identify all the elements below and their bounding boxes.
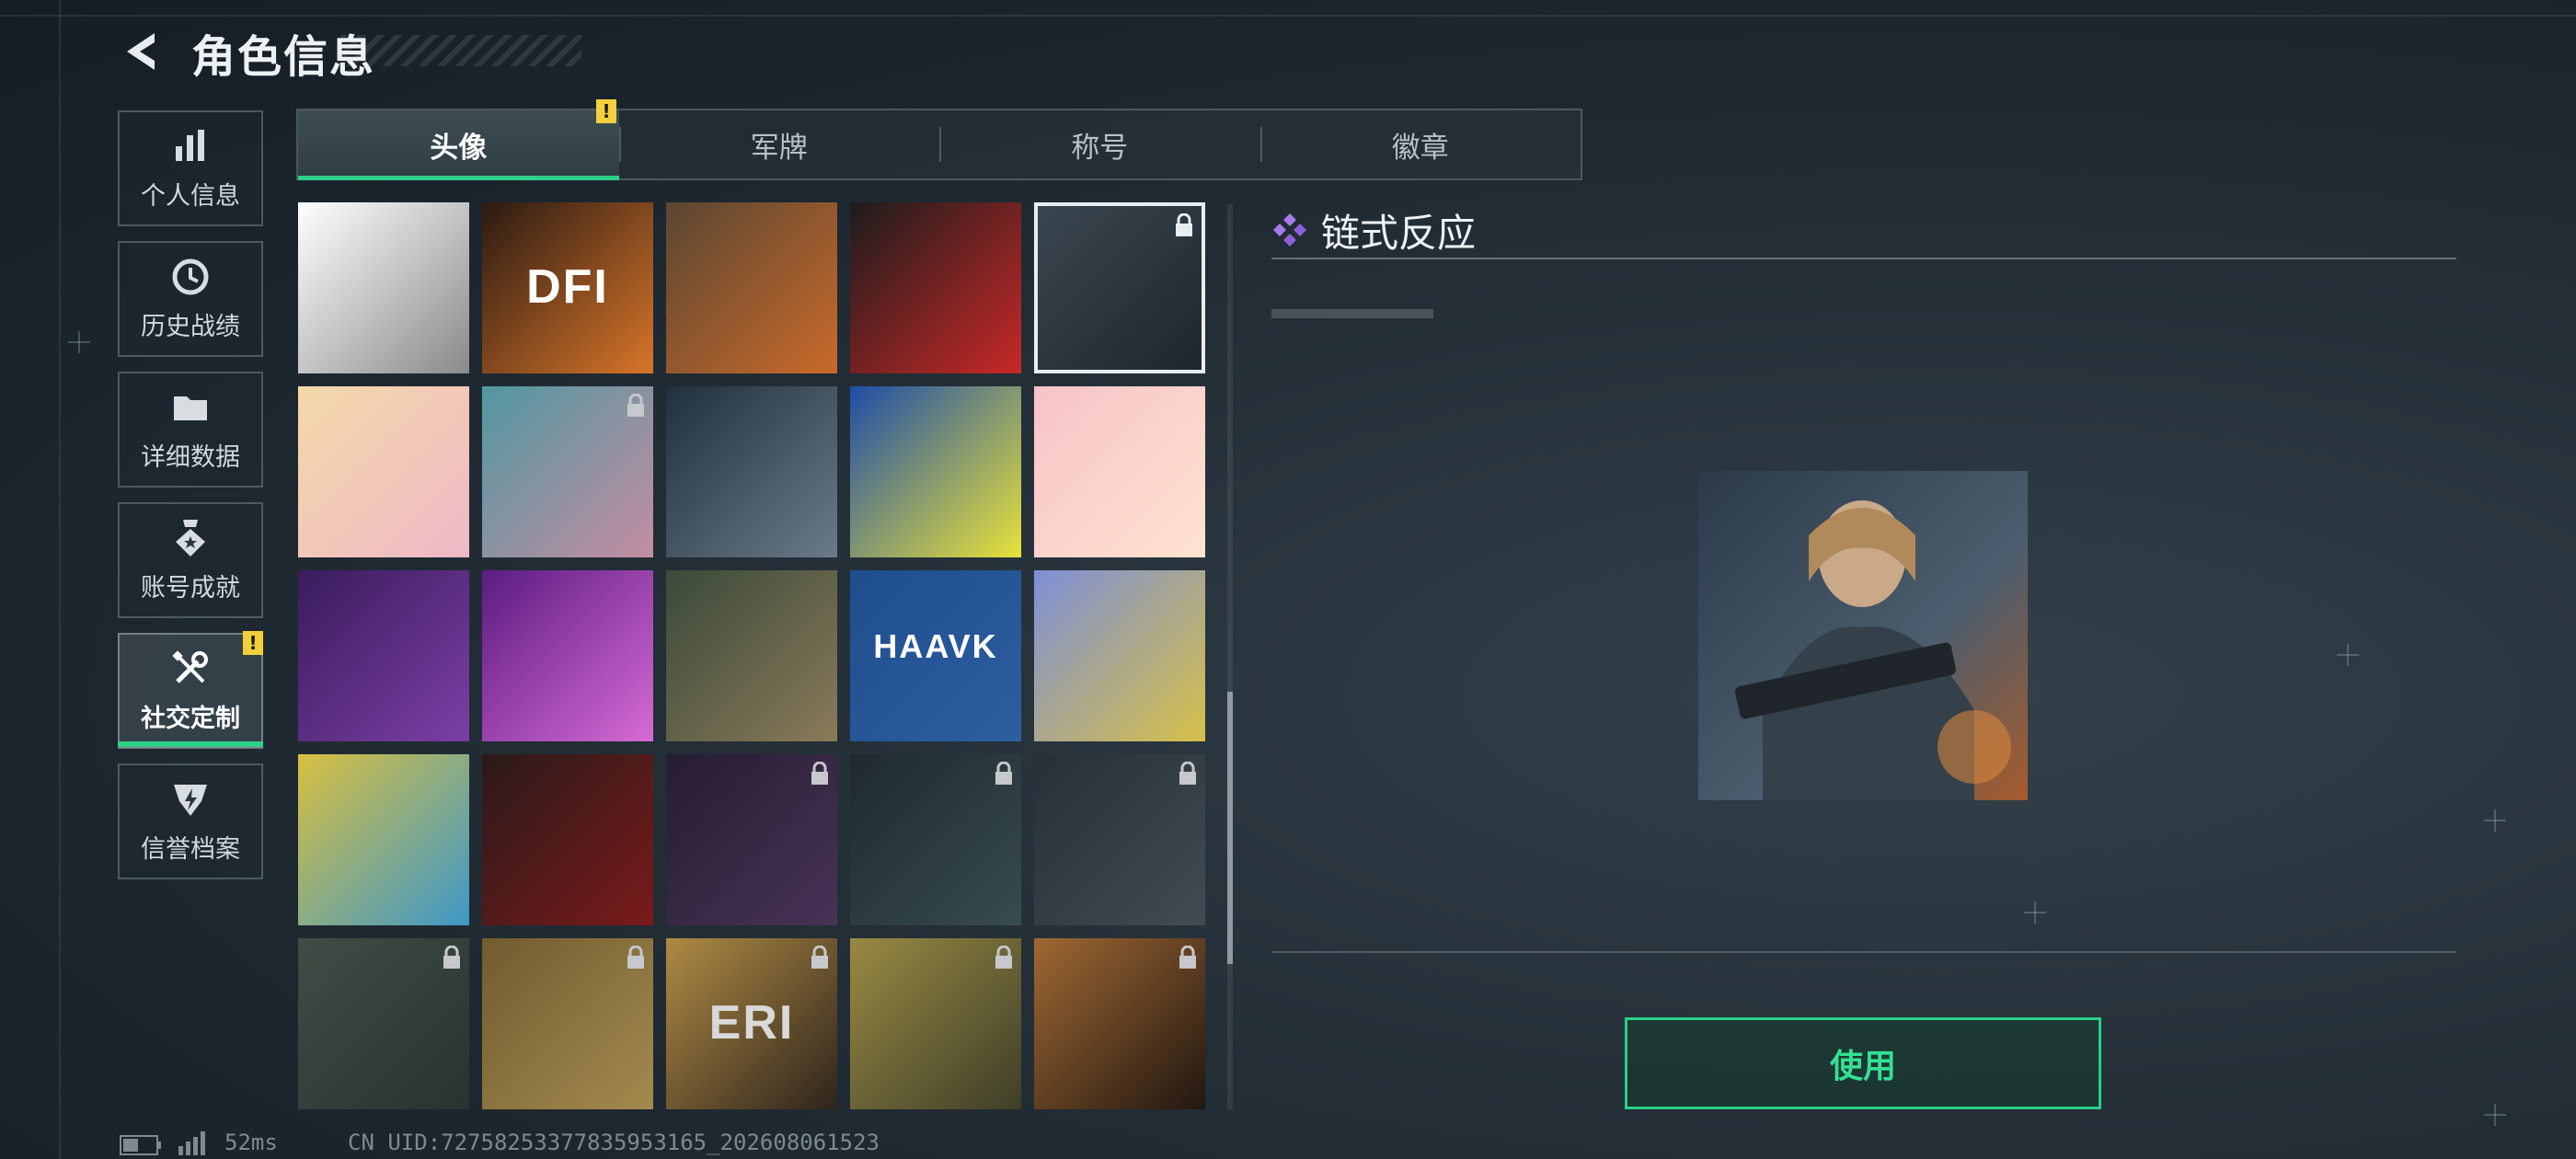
sidebar-item-social-custom[interactable]: 社交定制 (118, 633, 263, 749)
avatar-option-chain-reaction-operator[interactable] (1034, 202, 1205, 373)
lock-icon (995, 762, 1012, 785)
avatar-option-octopus-wave[interactable] (298, 754, 469, 925)
lock-icon (1179, 762, 1196, 785)
tab-label: 徽章 (1391, 131, 1449, 165)
lock-icon (811, 762, 828, 785)
avatar-option-helicopter-scene[interactable] (298, 938, 469, 1109)
avatar-option-mascot-sticker[interactable] (1034, 570, 1205, 741)
sidebar-item-achievements[interactable]: 账号成就 (118, 502, 263, 618)
wrench-screwdriver-icon (172, 649, 208, 683)
shield-badge-icon (174, 784, 207, 816)
tab-label: 军牌 (750, 131, 808, 165)
avatar-option-white-eagle-emblem[interactable] (666, 570, 837, 741)
tab-label: 头像 (430, 131, 488, 165)
alert-badge: ! (243, 631, 263, 655)
avatar-option-chibi-laptop[interactable] (1034, 386, 1205, 557)
avatar-option-jigsaw-puppet[interactable] (482, 754, 653, 925)
back-arrow-icon[interactable] (118, 28, 166, 75)
use-button[interactable]: 使用 (1625, 1017, 2101, 1109)
tab-badge[interactable]: 徽章 (1259, 110, 1581, 178)
tab-avatar[interactable]: 头像 (298, 110, 619, 180)
lock-icon (1176, 213, 1192, 236)
panel-divider (1271, 951, 2456, 953)
avatar-option-sketch-character[interactable] (298, 202, 469, 373)
ping-readout: 52ms (224, 1130, 278, 1155)
lock-icon (995, 946, 1012, 969)
avatar-option-man-glasses-purple[interactable] (298, 570, 469, 741)
folder-icon (174, 396, 207, 420)
sidebar-item-label: 信誉档案 (141, 834, 240, 864)
avatar-logo-text: ERI (708, 996, 795, 1050)
lock-icon (627, 394, 644, 417)
tab-bar: 头像 军牌 称号 徽章 (296, 109, 1582, 180)
battery-icon (120, 1135, 161, 1155)
tab-dog-tag[interactable]: 军牌 (618, 110, 940, 178)
tab-title[interactable]: 称号 (939, 110, 1260, 178)
hud-cross-icon (2337, 644, 2359, 666)
lock-icon (811, 946, 828, 969)
sidebar-item-match-history[interactable]: 历史战绩 (118, 241, 263, 357)
hud-line (59, 0, 61, 1159)
sidebar-item-label: 个人信息 (141, 181, 240, 211)
sidebar-item-label: 历史战绩 (141, 312, 240, 341)
avatar-option-masked-soldier[interactable] (850, 754, 1021, 925)
tab-label: 称号 (1071, 131, 1129, 165)
avatar-option-agent-soldier[interactable] (666, 386, 837, 557)
alert-badge: ! (596, 99, 616, 123)
avatar-logo-text: HAAVK (873, 627, 998, 665)
avatar-option-fire-explosion[interactable] (1034, 938, 1205, 1109)
avatar-grid: DFI HAAVK ERI (298, 202, 1209, 1111)
avatar-option-neon-hero[interactable] (850, 386, 1021, 557)
sidebar-item-label: 详细数据 (141, 442, 240, 472)
diamond-rarity-icon (1273, 213, 1306, 247)
sidebar-item-label: 账号成就 (141, 573, 240, 602)
signal-icon (178, 1131, 205, 1155)
avatar-name: 链式反应 (1321, 211, 1477, 256)
bar-chart-icon (176, 129, 204, 161)
avatar-option-tribal-mask-sticker[interactable] (482, 938, 653, 1109)
sidebar-item-label: 社交定制 (141, 704, 240, 733)
avatar-option-woman-goggles-purple[interactable] (482, 570, 653, 741)
lock-icon (627, 946, 644, 969)
sidebar-item-personal-info[interactable]: 个人信息 (118, 110, 263, 226)
hud-cross-icon (68, 331, 90, 353)
lock-icon (1179, 946, 1196, 969)
avatar-option-haavk-logo[interactable]: HAAVK (850, 570, 1021, 741)
sidebar-active-indicator (118, 741, 263, 747)
avatar-description-placeholder (1271, 309, 1433, 318)
scrollbar-thumb[interactable] (1227, 692, 1233, 964)
avatar-option-soldier-headset[interactable] (666, 202, 837, 373)
avatar-option-chibi-float-ring[interactable] (482, 386, 653, 557)
uid-readout: CN UID:7275825337783595316​5_20260806152… (348, 1130, 880, 1155)
scrollbar-track[interactable] (1227, 204, 1233, 1109)
sidebar-item-detailed-data[interactable]: 详细数据 (118, 372, 263, 488)
avatar-option-man-glasses-yellow[interactable] (850, 938, 1021, 1109)
hud-cross-icon (2024, 901, 2046, 924)
avatar-option-chibi-sandcastle[interactable] (298, 386, 469, 557)
avatar-option-star-gear-emblem[interactable] (1034, 754, 1205, 925)
hud-cross-icon (2484, 809, 2506, 832)
avatar-preview-image (1698, 471, 2028, 800)
sidebar-item-reputation[interactable]: 信誉档案 (118, 763, 263, 879)
clock-history-icon (172, 258, 209, 294)
avatar-option-dfi-logo[interactable]: DFI (482, 202, 653, 373)
avatar-logo-text: DFI (526, 260, 609, 314)
medal-icon (176, 519, 205, 557)
lock-icon (443, 946, 460, 969)
avatar-option-man-ok-gesture[interactable] (850, 202, 1021, 373)
avatar-option-purple-agent[interactable] (666, 754, 837, 925)
hud-cross-icon (2484, 1104, 2506, 1126)
hud-line (0, 15, 2576, 17)
title-decoration (340, 35, 581, 66)
avatar-option-eri-logo[interactable]: ERI (666, 938, 837, 1109)
panel-divider (1271, 258, 2456, 259)
